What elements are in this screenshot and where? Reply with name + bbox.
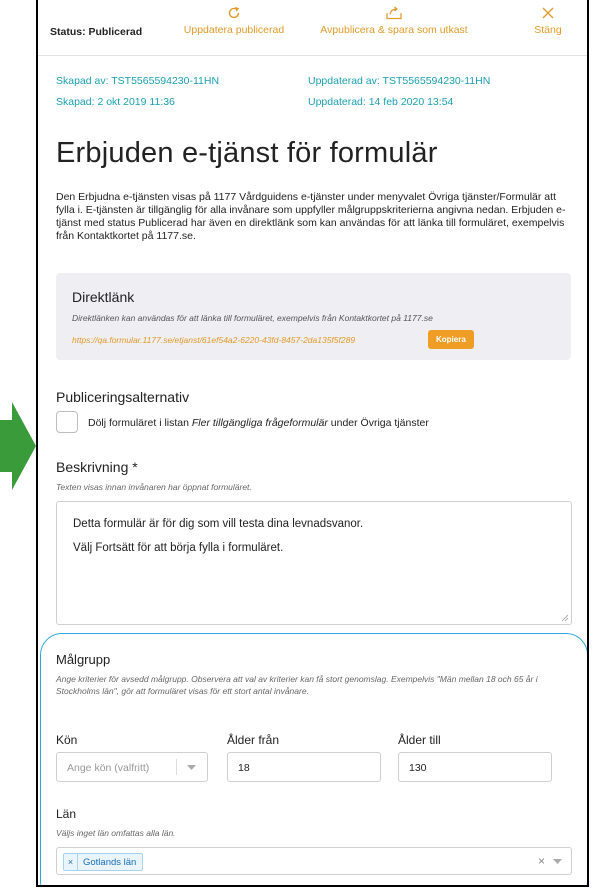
county-label: Län: [56, 807, 77, 821]
direct-link-box: Direktlänk Direktlänken kan användas för…: [56, 273, 571, 360]
description-line-2: Välj Fortsätt för att börja fylla i form…: [73, 542, 284, 554]
update-published-label: Uppdatera publicerad: [183, 24, 285, 36]
county-chip: × Gotlands län: [63, 853, 144, 871]
page-description: Den Erbjudna e-tjänsten visas på 1177 Vå…: [56, 191, 566, 242]
updated-at: Uppdaterad: 14 feb 2020 13:54: [308, 96, 454, 108]
age-to-input[interactable]: 130: [398, 752, 552, 782]
green-arrow-icon: [0, 402, 36, 490]
hide-form-checkbox[interactable]: [56, 411, 78, 433]
unpublish-button[interactable]: Avpublicera & spara som utkast: [316, 6, 472, 36]
description-textarea[interactable]: Detta formulär är för dig som vill testa…: [56, 501, 572, 625]
age-to-label: Ålder till: [398, 733, 441, 747]
age-from-label: Ålder från: [227, 733, 280, 747]
publishing-options-title: Publiceringsalternativ: [56, 389, 190, 405]
form-panel: Status: Publicerad Uppdatera publicerad …: [36, 0, 589, 887]
select-separator: [176, 759, 177, 775]
updated-by: Uppdaterad av: TST5565594230-11HN: [308, 75, 491, 87]
description-line-1: Detta formulär är för dig som vill testa…: [73, 518, 364, 530]
county-hint: Väljs inget län omfattas alla län.: [56, 828, 176, 838]
resize-handle-icon[interactable]: [561, 614, 569, 622]
county-chip-label: Gotlands län: [83, 857, 137, 868]
description-field-title: Beskrivning *: [56, 459, 138, 475]
county-multiselect[interactable]: × Gotlands län ×: [56, 847, 572, 875]
direct-link-subtitle: Direktlänken kan användas för att länka …: [72, 313, 433, 323]
close-label: Stäng: [534, 24, 562, 36]
refresh-icon: [228, 6, 240, 19]
chevron-down-icon[interactable]: [553, 859, 562, 864]
close-icon: [542, 7, 554, 19]
checkbox-label-italic: Fler tillgängliga frågeformulär: [191, 417, 328, 429]
top-toolbar: Status: Publicerad Uppdatera publicerad …: [38, 0, 587, 56]
target-group-hint: Ange kriterier för avsedd målgrupp. Obse…: [56, 674, 538, 696]
direct-link-title: Direktlänk: [72, 289, 135, 305]
status-label: Status: Publicerad: [50, 26, 143, 38]
checkbox-label-prefix: Dölj formuläret i listan: [88, 417, 192, 429]
clear-selection-icon[interactable]: ×: [538, 854, 545, 868]
target-group-title: Målgrupp: [56, 652, 111, 667]
gender-placeholder: Ange kön (valfritt): [67, 762, 150, 774]
direct-link-url[interactable]: https://qa.formular.1177.se/etjanst/61ef…: [72, 335, 355, 345]
close-button[interactable]: Stäng: [518, 6, 578, 36]
copy-button[interactable]: Kopiera: [428, 330, 474, 349]
unpublish-label: Avpublicera & spara som utkast: [320, 24, 468, 36]
gender-select[interactable]: Ange kön (valfritt): [56, 752, 208, 782]
hide-form-checkbox-label: Dölj formuläret i listan Fler tillgängli…: [88, 417, 429, 429]
remove-chip-icon[interactable]: ×: [64, 854, 78, 871]
age-from-input[interactable]: 18: [227, 752, 381, 782]
chevron-down-icon: [187, 765, 196, 770]
gender-label: Kön: [56, 733, 78, 747]
update-published-button[interactable]: Uppdatera publicerad: [176, 6, 292, 36]
description-field-hint: Texten visas innan invånaren har öppnat …: [56, 482, 252, 492]
checkbox-label-suffix: under Övriga tjänster: [327, 417, 429, 429]
created-by: Skapad av: TST5565594230-11HN: [56, 75, 220, 87]
undo-upload-icon: [386, 6, 402, 20]
page-title: Erbjuden e-tjänst för formulär: [56, 137, 438, 169]
created-at: Skapad: 2 okt 2019 11:36: [56, 96, 175, 108]
